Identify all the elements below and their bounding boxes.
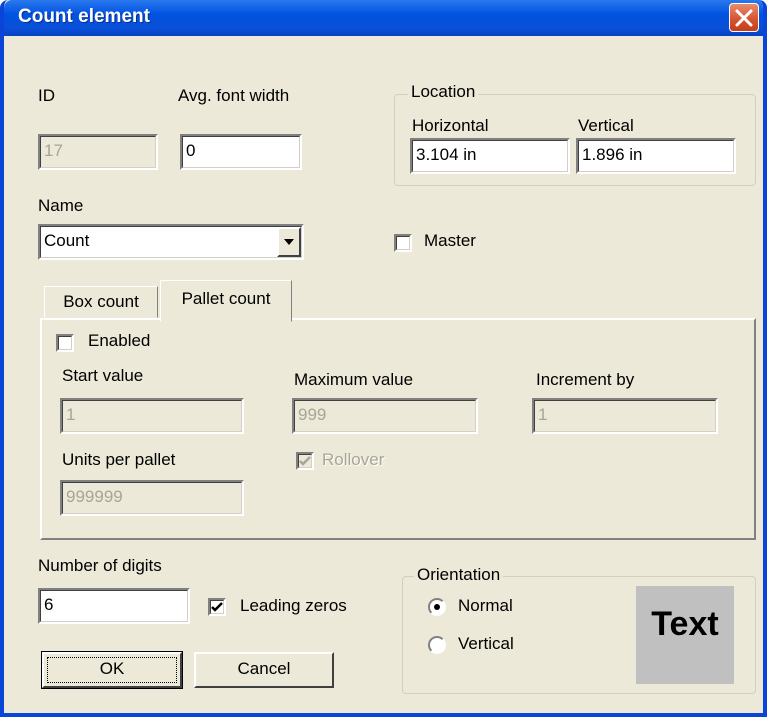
count-element-dialog: Count element ID 17 Avg. font width 0 Lo… — [0, 0, 767, 717]
number-of-digits-field[interactable]: 6 — [38, 588, 190, 624]
tab-pallet-count[interactable]: Pallet count — [160, 280, 292, 322]
name-combobox[interactable]: Count — [38, 224, 304, 260]
close-button[interactable] — [729, 3, 759, 32]
leading-zeros-checkbox[interactable] — [208, 598, 226, 616]
increment-by-field: 1 — [532, 398, 718, 434]
checkmark-icon — [211, 602, 223, 612]
checkmark-icon — [299, 456, 311, 466]
id-label: ID — [38, 86, 55, 105]
units-per-pallet-field: 999999 — [60, 480, 244, 516]
tab-pallet-count-label: Pallet count — [181, 289, 271, 308]
master-label: Master — [424, 231, 476, 250]
normal-radio[interactable] — [428, 598, 446, 616]
number-of-digits-label: Number of digits — [38, 556, 162, 575]
close-icon — [735, 9, 753, 27]
ok-button[interactable]: OK — [41, 651, 183, 689]
chevron-down-icon — [284, 239, 294, 245]
id-field: 17 — [38, 134, 158, 170]
orientation-legend: Orientation — [414, 565, 504, 585]
maximum-value-label: Maximum value — [294, 370, 414, 389]
name-dropdown-button[interactable] — [277, 227, 301, 257]
tab-box-count[interactable]: Box count — [44, 286, 158, 318]
horizontal-label: Horizontal — [412, 116, 489, 135]
master-checkbox[interactable] — [394, 234, 412, 252]
rollover-label: Rollover — [322, 450, 385, 469]
units-per-pallet-label: Units per pallet — [62, 450, 176, 469]
normal-label: Normal — [458, 596, 513, 615]
tab-box-count-label: Box count — [63, 292, 139, 311]
maximum-value-field: 999 — [292, 398, 478, 434]
location-legend: Location — [408, 82, 479, 102]
orientation-preview: Text — [636, 586, 734, 684]
name-label: Name — [38, 196, 84, 215]
start-value-label: Start value — [62, 366, 144, 385]
focus-rectangle — [47, 657, 177, 683]
enabled-label: Enabled — [88, 331, 151, 350]
vertical-label: Vertical — [578, 116, 634, 135]
vertical-radio[interactable] — [428, 636, 446, 654]
title-bar[interactable]: Count element — [4, 0, 763, 36]
vertical-orientation-label: Vertical — [458, 634, 514, 653]
avg-font-width-label: Avg. font width — [178, 86, 290, 105]
avg-font-width-field[interactable]: 0 — [180, 134, 302, 170]
increment-by-label: Increment by — [536, 370, 635, 389]
name-value: Count — [44, 231, 90, 250]
cancel-label: Cancel — [237, 659, 291, 678]
start-value-field: 1 — [60, 398, 244, 434]
rollover-checkbox — [296, 452, 314, 470]
window-title: Count element — [18, 6, 150, 27]
vertical-field[interactable]: 1.896 in — [576, 138, 736, 174]
leading-zeros-label: Leading zeros — [240, 596, 347, 615]
cancel-button[interactable]: Cancel — [194, 652, 334, 688]
horizontal-field[interactable]: 3.104 in — [410, 138, 570, 174]
enabled-checkbox[interactable] — [56, 334, 74, 352]
preview-text: Text — [651, 605, 719, 643]
pallet-count-panel: Enabled Start value 1 Maximum value 999 … — [40, 318, 756, 540]
